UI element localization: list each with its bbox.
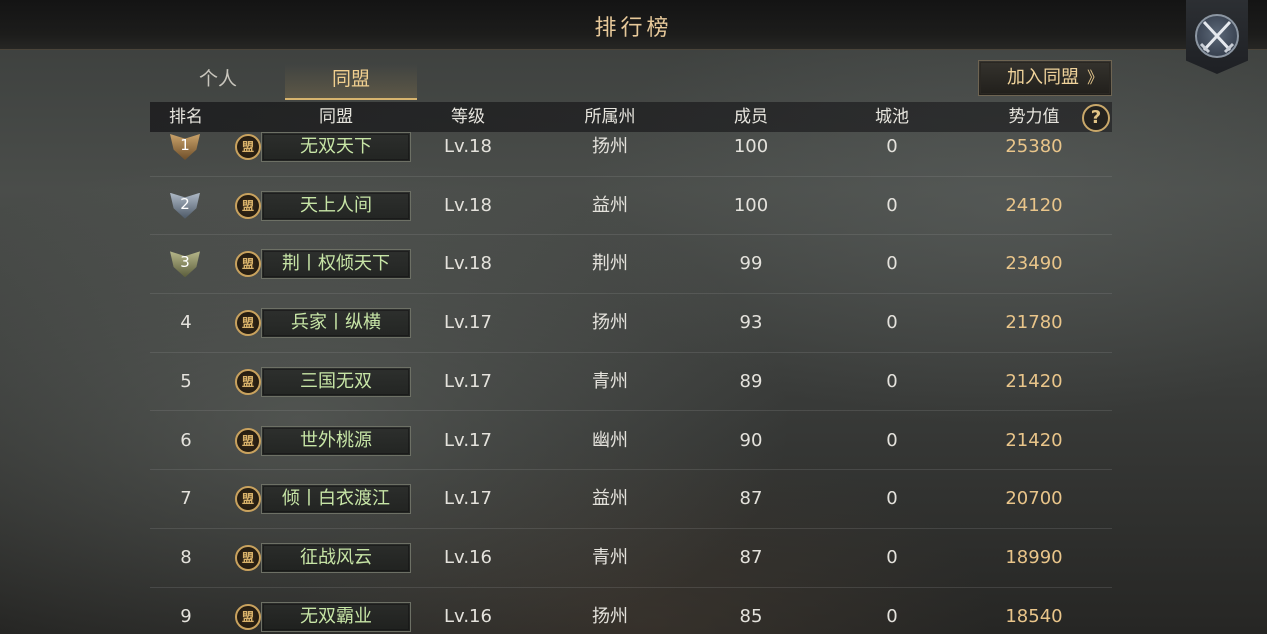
alliance-state: 荆州 xyxy=(592,253,628,275)
alliance-level: Lv.17 xyxy=(444,488,492,510)
table-row[interactable]: 8 盟 征战风云 Lv.16 青州 87 0 18990 xyxy=(150,529,1112,588)
alliance-name[interactable]: 世外桃源 xyxy=(261,425,411,456)
alliance-level: Lv.16 xyxy=(444,546,492,568)
rank-number: 8 xyxy=(180,546,192,568)
alliance-flag-icon: 盟 xyxy=(235,486,261,513)
alliance-cities: 0 xyxy=(886,605,898,627)
alliance-name[interactable]: 三国无双 xyxy=(261,366,411,397)
rank-number: 9 xyxy=(180,605,192,627)
alliance-state: 青州 xyxy=(592,370,628,392)
alliance-power: 24120 xyxy=(1005,194,1063,216)
page-title: 排行榜 xyxy=(594,16,673,41)
alliance-cities: 0 xyxy=(886,429,898,451)
alliance-level: Lv.18 xyxy=(444,253,492,275)
table-row[interactable]: 6 盟 世外桃源 Lv.17 幽州 90 0 21420 xyxy=(150,412,1112,471)
rank-badge-gold: 1 xyxy=(170,134,200,160)
table-row[interactable]: 9 盟 无双霸业 Lv.16 扬州 85 0 18540 xyxy=(150,588,1112,634)
alliance-members: 93 xyxy=(739,312,763,334)
table-row[interactable]: 1 盟 无双天下 Lv.18 扬州 100 0 25380 xyxy=(150,118,1112,177)
alliance-flag-icon: 盟 xyxy=(235,603,261,630)
alliance-flag-icon: 盟 xyxy=(235,251,261,278)
alliance-name[interactable]: 无双天下 xyxy=(261,132,411,162)
alliance-power: 23490 xyxy=(1005,253,1063,275)
alliance-cities: 0 xyxy=(886,546,898,568)
alliance-flag-icon: 盟 xyxy=(235,368,261,395)
alliance-name[interactable]: 荆丨权倾天下 xyxy=(261,249,411,280)
alliance-flag-icon: 盟 xyxy=(235,134,261,160)
alliance-level: Lv.17 xyxy=(444,429,492,451)
alliance-flag-icon: 盟 xyxy=(235,544,261,571)
alliance-members: 87 xyxy=(739,488,763,510)
tab-alliance[interactable]: 同盟 xyxy=(285,64,417,100)
rank-badge-silver: 2 xyxy=(170,192,200,219)
table-row[interactable]: 4 盟 兵家丨纵横 Lv.17 扬州 93 0 21780 xyxy=(150,294,1112,353)
alliance-cities: 0 xyxy=(886,194,898,216)
alliance-power: 18540 xyxy=(1005,605,1063,627)
alliance-state: 青州 xyxy=(592,546,628,568)
alliance-level: Lv.16 xyxy=(444,605,492,627)
alliance-state: 扬州 xyxy=(592,605,628,627)
rank-badge-bronze: 3 xyxy=(170,251,200,278)
alliance-state: 扬州 xyxy=(592,136,628,157)
tab-personal[interactable]: 个人 xyxy=(176,64,260,100)
alliance-name[interactable]: 倾丨白衣渡江 xyxy=(261,484,411,515)
alliance-level: Lv.18 xyxy=(444,194,492,216)
alliance-cities: 0 xyxy=(886,136,898,157)
alliance-power: 25380 xyxy=(1005,136,1063,157)
alliance-power: 21420 xyxy=(1005,370,1063,392)
crossed-swords-icon xyxy=(1199,20,1235,54)
table-row[interactable]: 7 盟 倾丨白衣渡江 Lv.17 益州 87 0 20700 xyxy=(150,470,1112,529)
alliance-flag-icon: 盟 xyxy=(235,310,261,337)
table-row[interactable]: 3 盟 荆丨权倾天下 Lv.18 荆州 99 0 23490 xyxy=(150,235,1112,295)
alliance-members: 85 xyxy=(739,605,763,627)
alliance-state: 益州 xyxy=(592,488,628,510)
alliance-name[interactable]: 天上人间 xyxy=(261,190,411,221)
alliance-members: 87 xyxy=(739,546,763,568)
join-alliance-button[interactable]: 加入同盟 》 xyxy=(978,60,1112,96)
alliance-name[interactable]: 征战风云 xyxy=(261,542,411,573)
alliance-members: 89 xyxy=(739,370,763,392)
alliance-level: Lv.17 xyxy=(444,312,492,334)
rank-number: 7 xyxy=(180,488,192,510)
rank-number: 6 xyxy=(180,429,192,451)
alliance-name[interactable]: 无双霸业 xyxy=(261,601,411,632)
alliance-members: 90 xyxy=(739,429,763,451)
double-chevron-right-icon: 》 xyxy=(1086,68,1103,87)
top-bar: 排行榜 xyxy=(0,0,1267,50)
alliance-name[interactable]: 兵家丨纵横 xyxy=(261,308,411,339)
alliance-power: 21420 xyxy=(1005,429,1063,451)
alliance-level: Lv.18 xyxy=(444,136,492,157)
alliance-cities: 0 xyxy=(886,312,898,334)
alliance-members: 99 xyxy=(739,253,763,275)
alliance-members: 100 xyxy=(733,136,769,157)
join-alliance-label: 加入同盟 xyxy=(1007,67,1079,88)
alliance-state: 扬州 xyxy=(592,312,628,334)
alliance-state: 幽州 xyxy=(592,429,628,451)
alliance-cities: 0 xyxy=(886,488,898,510)
alliance-flag-icon: 盟 xyxy=(235,427,261,454)
ranking-list[interactable]: 1 盟 无双天下 Lv.18 扬州 100 0 25380 2 盟 天上人间 L… xyxy=(150,118,1112,634)
table-row[interactable]: 5 盟 三国无双 Lv.17 青州 89 0 21420 xyxy=(150,353,1112,412)
alliance-cities: 0 xyxy=(886,253,898,275)
alliance-level: Lv.17 xyxy=(444,370,492,392)
alliance-cities: 0 xyxy=(886,370,898,392)
alliance-power: 18990 xyxy=(1005,546,1063,568)
close-button[interactable] xyxy=(1186,0,1248,74)
alliance-power: 21780 xyxy=(1005,312,1063,334)
rank-number: 4 xyxy=(180,312,192,334)
rank-number: 5 xyxy=(180,370,192,392)
alliance-state: 益州 xyxy=(592,194,628,216)
table-row[interactable]: 2 盟 天上人间 Lv.18 益州 100 0 24120 xyxy=(150,177,1112,236)
alliance-flag-icon: 盟 xyxy=(235,192,261,219)
alliance-members: 100 xyxy=(733,194,769,216)
alliance-power: 20700 xyxy=(1005,488,1063,510)
